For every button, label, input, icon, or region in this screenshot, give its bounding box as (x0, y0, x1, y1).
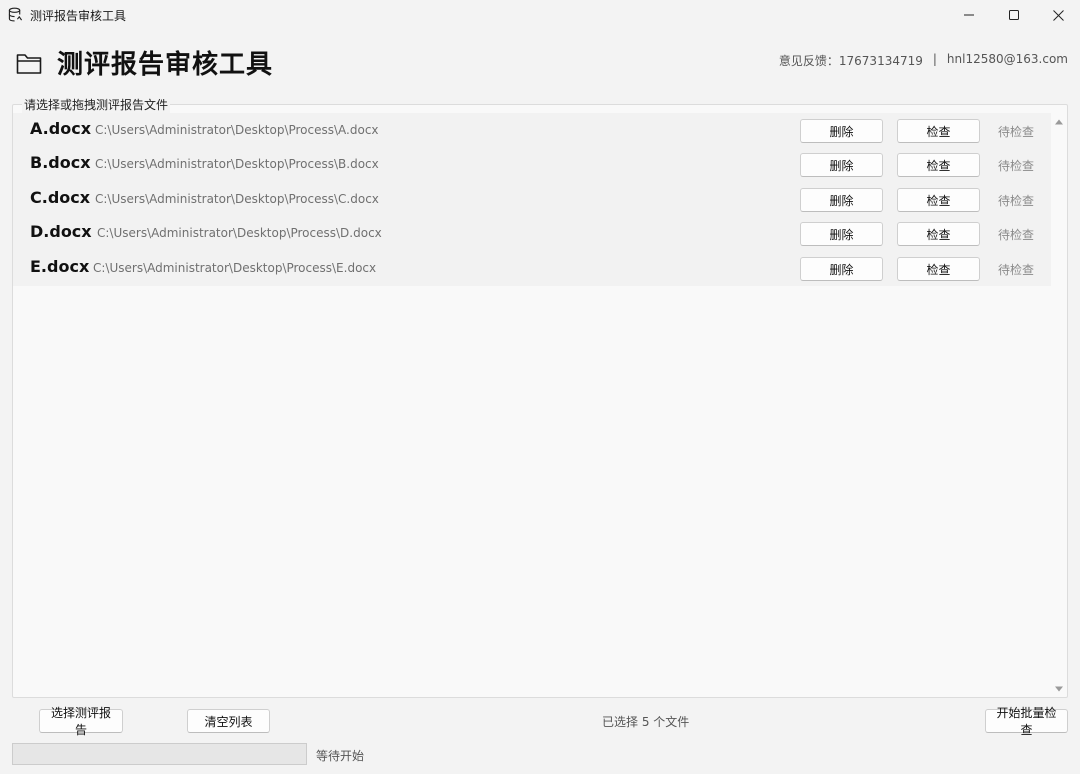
file-status: 待检查 (998, 125, 1035, 139)
app-database-icon (8, 7, 23, 22)
minimize-icon (964, 14, 974, 16)
file-status: 待检查 (998, 194, 1035, 208)
file-status: 待检查 (998, 228, 1035, 242)
close-icon (1052, 9, 1064, 21)
progress-bar (12, 743, 307, 765)
feedback-separator: | (932, 52, 937, 66)
delete-button[interactable]: 删除 (800, 188, 883, 212)
vertical-scrollbar[interactable] (1052, 113, 1066, 696)
feedback-info: 意见反馈：17673134719 | hnl12580@163.com (779, 52, 1068, 69)
file-name: A.docx (30, 119, 92, 138)
file-status: 待检查 (998, 263, 1035, 277)
feedback-phone: 意见反馈：17673134719 (778, 54, 923, 68)
close-button[interactable] (1035, 0, 1080, 30)
file-row: C.docx C:\Users\Administrator\Desktop\Pr… (13, 182, 1051, 216)
start-batch-check-button[interactable]: 开始批量检查 (985, 706, 1068, 737)
clear-list-button[interactable]: 清空列表 (187, 709, 270, 733)
window-title: 测评报告审核工具 (30, 9, 127, 23)
scroll-down-arrow-icon[interactable] (1054, 684, 1064, 694)
minimize-button[interactable] (946, 0, 992, 30)
file-name: E.docx (30, 257, 90, 276)
feedback-email[interactable]: hnl12580@163.com (947, 52, 1068, 69)
file-list: A.docx C:\Users\Administrator\Desktop\Pr… (13, 113, 1051, 286)
scroll-up-arrow-icon[interactable] (1054, 117, 1064, 127)
file-row: E.docx C:\Users\Administrator\Desktop\Pr… (13, 251, 1051, 285)
page-title: 测评报告审核工具 (57, 50, 274, 80)
file-row: A.docx C:\Users\Administrator\Desktop\Pr… (13, 113, 1051, 147)
file-name: C.docx (30, 188, 91, 207)
file-drop-legend: 请选择或拖拽测评报告文件 (22, 96, 171, 113)
check-button[interactable]: 检查 (897, 222, 980, 246)
delete-button[interactable]: 删除 (800, 222, 883, 246)
check-button[interactable]: 检查 (897, 153, 980, 177)
delete-button[interactable]: 删除 (800, 257, 883, 281)
select-reports-button[interactable]: 选择测评报告 (39, 706, 123, 737)
folder-icon (16, 54, 42, 74)
file-name: D.docx (30, 222, 92, 241)
status-text: 等待开始 (316, 749, 365, 763)
file-path: C:\Users\Administrator\Desktop\Process\D… (97, 226, 382, 240)
check-button[interactable]: 检查 (897, 119, 980, 143)
maximize-button[interactable] (991, 0, 1037, 30)
app-window: 测评报告审核工具 测评报告审核工具 意见反馈：17673134719 | hnl… (0, 0, 1080, 774)
file-row: B.docx C:\Users\Administrator\Desktop\Pr… (13, 147, 1051, 181)
maximize-icon (1009, 10, 1019, 20)
file-path: C:\Users\Administrator\Desktop\Process\E… (93, 261, 377, 275)
file-status: 待检查 (998, 159, 1035, 173)
delete-button[interactable]: 删除 (800, 119, 883, 143)
selected-count: 已选择 5 个文件 (602, 715, 690, 729)
file-path: C:\Users\Administrator\Desktop\Process\B… (95, 157, 379, 171)
file-path: C:\Users\Administrator\Desktop\Process\C… (95, 192, 379, 206)
check-button[interactable]: 检查 (897, 257, 980, 281)
file-name: B.docx (30, 153, 91, 172)
file-path: C:\Users\Administrator\Desktop\Process\A… (95, 123, 379, 137)
file-row: D.docx C:\Users\Administrator\Desktop\Pr… (13, 216, 1051, 250)
title-bar[interactable]: 测评报告审核工具 (0, 0, 1080, 30)
delete-button[interactable]: 删除 (800, 153, 883, 177)
check-button[interactable]: 检查 (897, 188, 980, 212)
